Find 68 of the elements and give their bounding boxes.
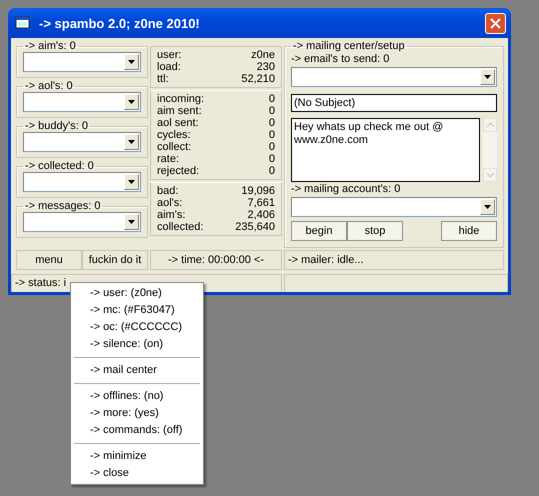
message-field[interactable]: Hey whats up check me out @ www.z0ne.com <box>291 118 480 182</box>
window-title: -> spambo 2.0; z0ne 2010! <box>39 16 201 30</box>
stat-value: 0 <box>268 117 275 129</box>
scroll-down-icon <box>486 173 494 177</box>
action-button[interactable]: hide <box>441 221 497 241</box>
stat-value: 19,096 <box>241 185 275 197</box>
stat-label: user: <box>157 49 182 61</box>
dropdown[interactable] <box>23 212 141 232</box>
group-label: -> aol's: 0 <box>24 80 74 92</box>
menu-item[interactable]: -> commands: (off) <box>71 422 203 439</box>
action-button[interactable]: menu <box>16 250 82 270</box>
scroll-up-icon <box>486 123 494 127</box>
stat-value: 230 <box>256 61 275 73</box>
stat-value: 0 <box>268 153 275 165</box>
field-label: -> mailing account's: 0 <box>291 183 402 195</box>
stat-value: 0 <box>268 165 275 177</box>
stat-label: aim's: <box>157 209 186 221</box>
action-button[interactable]: stop <box>347 221 403 241</box>
dropdown[interactable] <box>291 197 497 217</box>
menu-item[interactable]: -> mail center <box>71 362 203 379</box>
stat-value: z0ne <box>251 49 275 61</box>
dropdown[interactable] <box>23 132 141 152</box>
dropdown[interactable] <box>23 92 141 112</box>
stat-value: 2,406 <box>247 209 275 221</box>
menu-item[interactable]: -> oc: (#CCCCCC) <box>71 319 203 336</box>
stat-value: 7,661 <box>247 197 275 209</box>
stat-value: 52,210 <box>241 73 275 85</box>
stat-label: aim sent: <box>157 105 202 117</box>
stat-label: incoming: <box>157 93 204 105</box>
group-label: -> messages: 0 <box>24 200 102 212</box>
stat-label: collect: <box>157 141 192 153</box>
stat-value: 0 <box>268 129 275 141</box>
close-button[interactable] <box>485 12 506 34</box>
stat-label: aol's: <box>157 197 182 209</box>
stat-label: bad: <box>157 185 178 197</box>
stat-label: aol sent: <box>157 117 199 129</box>
stat-label: load: <box>157 61 181 73</box>
menu-item[interactable]: -> more: (yes) <box>71 405 203 422</box>
close-icon <box>490 18 501 28</box>
timer-label: -> time: 00:00:00 <- <box>150 250 282 270</box>
subject-field[interactable]: (No Subject) <box>291 94 497 112</box>
stat-value: 235,640 <box>235 221 275 233</box>
group-label: -> buddy's: 0 <box>24 120 89 132</box>
action-button[interactable]: fuckin do it <box>82 250 148 270</box>
stat-label: collected: <box>157 221 204 233</box>
field-label: -> email's to send: 0 <box>291 53 390 65</box>
stat-value: 0 <box>268 141 275 153</box>
group-label: -> mailing center/setup <box>292 40 406 52</box>
dropdown[interactable] <box>291 67 497 87</box>
stat-label: rejected: <box>157 165 200 177</box>
menu-item[interactable]: -> minimize <box>71 448 203 465</box>
mailer-status: -> mailer: idle... <box>284 250 504 270</box>
window-icon <box>15 16 31 30</box>
stat-value: 0 <box>268 93 275 105</box>
menu-item[interactable]: -> silence: (on) <box>71 336 203 353</box>
stat-value: 0 <box>268 105 275 117</box>
menu-item[interactable]: -> offlines: (no) <box>71 388 203 405</box>
stat-label: cycles: <box>157 129 191 141</box>
dropdown[interactable] <box>23 52 141 72</box>
stat-label: rate: <box>157 153 180 165</box>
scrollbar[interactable] <box>483 118 497 182</box>
action-button[interactable]: begin <box>291 221 347 241</box>
dropdown[interactable] <box>23 172 141 192</box>
stat-label: ttl: <box>157 73 169 85</box>
group-label: -> aim's: 0 <box>24 40 77 52</box>
menu-item[interactable]: -> close <box>71 465 203 482</box>
menu-item[interactable]: -> mc: (#F63047) <box>71 302 203 319</box>
group-label: -> collected: 0 <box>24 160 95 172</box>
